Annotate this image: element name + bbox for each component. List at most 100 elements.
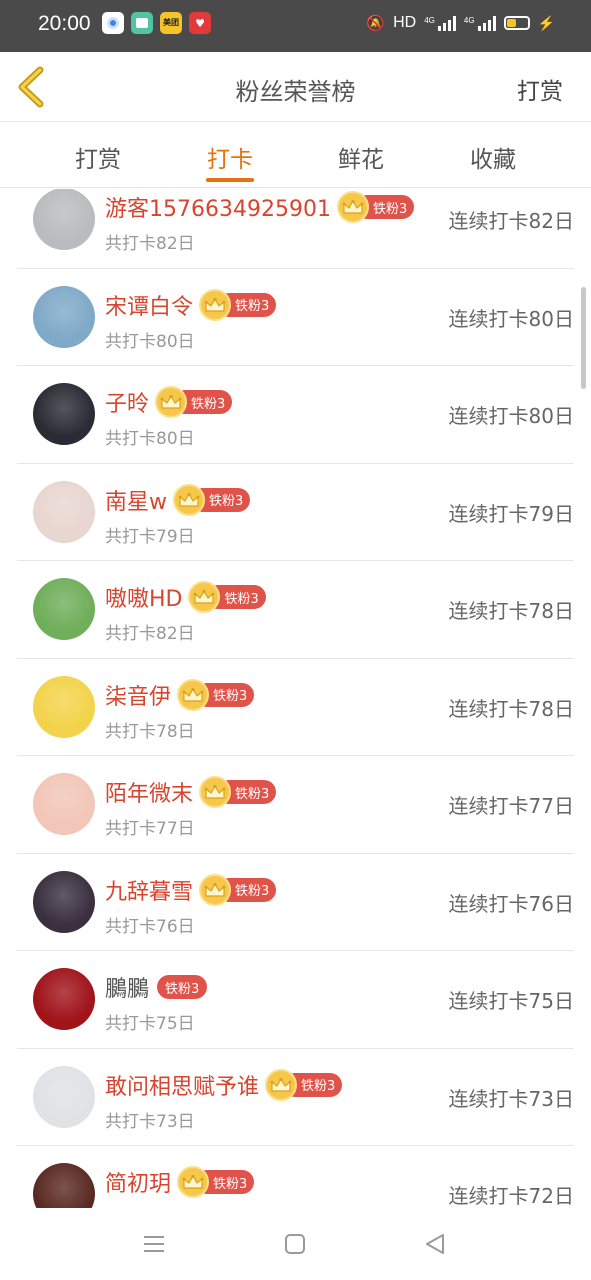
fan-row[interactable]: 子昤 铁粉3 共打卡80日 连续打卡80日 — [17, 366, 574, 464]
avatar[interactable] — [33, 675, 95, 738]
status-app-icons: 美团 ♥ — [102, 12, 211, 34]
fan-level-badge: 铁粉3 — [199, 873, 277, 906]
fan-name-line: 子昤 铁粉3 — [105, 386, 233, 418]
streak-checkin: 连续打卡73日 — [448, 1086, 574, 1111]
fan-row[interactable]: 柒音伊 铁粉3 共打卡78日 连续打卡78日 — [17, 659, 574, 756]
fan-row[interactable]: 敢问相思赋予谁 铁粉3 共打卡73日 连续打卡73日 — [17, 1049, 574, 1146]
fan-name[interactable]: 陌年微末 — [105, 776, 193, 808]
streak-checkin: 连续打卡76日 — [448, 891, 574, 916]
fan-name-line: 柒音伊 铁粉3 — [105, 678, 255, 711]
fan-level-badge: 铁粉3 — [199, 776, 277, 808]
fan-level-badge: 铁粉3 — [177, 1166, 255, 1198]
fan-name[interactable]: 鵩鵩 — [105, 971, 149, 1003]
active-tab-indicator — [206, 178, 254, 182]
fan-row[interactable]: 游客1576634925901 铁粉3 共打卡82日 连续打卡82日 — [17, 189, 574, 269]
fan-name-line: 鵩鵩 铁粉3 — [105, 971, 208, 1003]
home-button[interactable] — [280, 1230, 310, 1258]
total-checkin: 共打卡82日 — [105, 234, 195, 254]
crown-icon — [199, 776, 232, 808]
scrollbar[interactable] — [581, 287, 586, 389]
hd-indicator: HD — [393, 14, 417, 31]
crown-icon — [336, 191, 369, 223]
reward-link[interactable]: 打赏 — [517, 72, 563, 106]
reader-icon — [131, 12, 153, 34]
menu-icon — [144, 1236, 164, 1252]
total-checkin: 共打卡78日 — [105, 721, 195, 742]
menu-button[interactable] — [139, 1230, 169, 1258]
avatar[interactable] — [33, 480, 95, 543]
avatar[interactable] — [33, 383, 95, 445]
avatar[interactable] — [33, 1065, 95, 1128]
page-title: 粉丝荣誉榜 — [235, 78, 356, 106]
streak-checkin: 连续打卡77日 — [448, 794, 574, 818]
signal-icon: 4G — [424, 15, 456, 31]
charging-icon: ⚡ — [537, 14, 555, 31]
fan-ranking-list[interactable]: 游客1576634925901 铁粉3 共打卡82日 连续打卡82日 宋谭白令 铁粉3 共打… — [0, 189, 591, 1208]
fan-level-label: 铁粉3 — [157, 975, 208, 999]
fan-row[interactable]: 九辞暮雪 铁粉3 共打卡76日 连续打卡76日 — [17, 854, 574, 951]
total-checkin: 共打卡79日 — [105, 526, 195, 547]
avatar[interactable] — [33, 968, 95, 1030]
back-triangle-icon — [426, 1234, 444, 1254]
fan-row[interactable]: 简初玥铁粉3共打卡72日连续打卡72日 — [17, 1146, 574, 1208]
fan-row[interactable]: 南星w 铁粉3 共打卡79日 连续打卡79日 — [17, 464, 574, 561]
fan-row[interactable]: 宋谭白令 铁粉3 共打卡80日 连续打卡80日 — [17, 269, 574, 366]
streak-checkin: 连续打卡72日 — [448, 1184, 574, 1208]
browser-icon — [102, 12, 124, 34]
fan-name-line: 嗷嗷HD 铁粉3 — [105, 581, 266, 613]
avatar[interactable] — [33, 189, 95, 250]
fan-name-line: 九辞暮雪 铁粉3 — [105, 873, 277, 906]
tab-flowers[interactable]: 鲜花 — [311, 140, 411, 174]
vibrate-icon: 🔕 — [366, 15, 386, 32]
fan-name-line: 游客1576634925901 铁粉3 — [105, 191, 415, 223]
streak-checkin: 连续打卡80日 — [448, 306, 574, 331]
fan-name[interactable]: 简初玥 — [105, 1166, 171, 1198]
status-indicators: 🔕 HD 4G 4G ⚡ — [366, 14, 555, 32]
meituan-icon: 美团 — [160, 12, 182, 34]
crown-icon — [173, 483, 205, 516]
fan-level-badge: 铁粉3 — [188, 581, 266, 613]
crown-icon — [155, 386, 188, 418]
crown-icon — [177, 1166, 210, 1198]
total-checkin: 共打卡77日 — [105, 819, 195, 839]
avatar[interactable] — [33, 578, 95, 640]
crown-icon — [177, 678, 210, 711]
streak-checkin: 连续打卡79日 — [448, 501, 574, 526]
fan-name[interactable]: 柒音伊 — [105, 679, 171, 711]
fan-name[interactable]: 子昤 — [105, 386, 149, 418]
fan-row[interactable]: 陌年微末 铁粉3 共打卡77日 连续打卡77日 — [17, 756, 574, 854]
fan-level-badge: 铁粉3 — [265, 1068, 343, 1101]
avatar[interactable] — [33, 1163, 95, 1208]
fan-level-badge: 铁粉3 — [336, 191, 415, 223]
crown-icon — [199, 288, 232, 321]
tab-reward[interactable]: 打赏 — [48, 140, 148, 174]
tab-favorites[interactable]: 收藏 — [443, 140, 543, 174]
total-checkin: 共打卡73日 — [105, 1111, 195, 1132]
total-checkin: 共打卡80日 — [105, 331, 195, 352]
fan-name[interactable]: 南星w — [105, 484, 167, 516]
fan-level-badge: 铁粉3 — [155, 974, 208, 1000]
fan-row[interactable]: 嗷嗷HD 铁粉3 共打卡82日 连续打卡78日 — [17, 561, 574, 659]
fan-name[interactable]: 嗷嗷HD — [105, 581, 182, 613]
avatar[interactable] — [33, 870, 95, 933]
fan-row[interactable]: 鵩鵩 铁粉3 共打卡75日 连续打卡75日 — [17, 951, 574, 1049]
streak-checkin: 连续打卡78日 — [448, 696, 574, 721]
fan-name[interactable]: 敢问相思赋予谁 — [105, 1069, 259, 1101]
total-checkin: 共打卡76日 — [105, 916, 195, 937]
fan-name[interactable]: 游客1576634925901 — [105, 191, 331, 223]
streak-checkin: 连续打卡82日 — [448, 209, 574, 233]
avatar[interactable] — [33, 285, 95, 348]
fan-name[interactable]: 宋谭白令 — [105, 289, 193, 321]
crown-icon — [199, 873, 232, 906]
fan-name-line: 陌年微末 铁粉3 — [105, 776, 277, 808]
streak-checkin: 连续打卡78日 — [448, 599, 574, 623]
total-checkin: 共打卡80日 — [105, 429, 195, 449]
avatar[interactable] — [33, 773, 95, 835]
fan-level-badge: 铁粉3 — [155, 386, 233, 418]
tab-checkin[interactable]: 打卡 — [180, 140, 280, 174]
back-nav-button[interactable] — [420, 1230, 450, 1258]
fan-level-badge: 铁粉3 — [199, 288, 277, 321]
fan-name-line: 南星w 铁粉3 — [105, 483, 251, 516]
status-time: 20:00 — [38, 12, 91, 35]
fan-name[interactable]: 九辞暮雪 — [105, 874, 193, 906]
